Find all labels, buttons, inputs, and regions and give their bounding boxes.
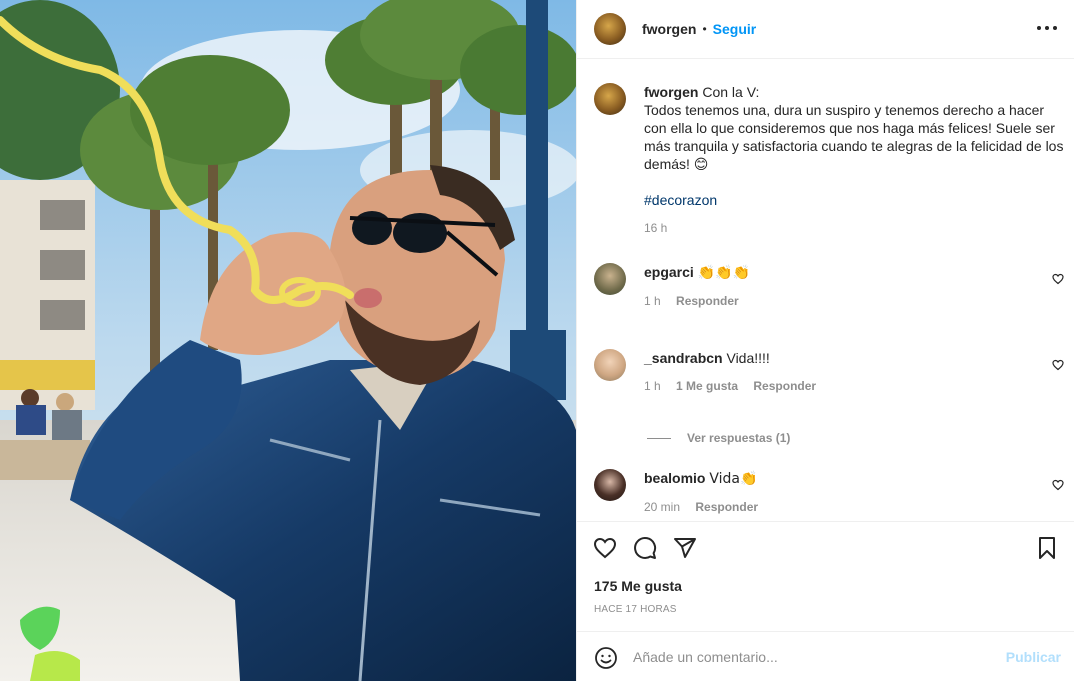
- author-username[interactable]: fworgen: [642, 21, 696, 37]
- commenter-avatar[interactable]: [594, 263, 626, 295]
- post-photo-illustration: [0, 0, 576, 681]
- caption-line1: Con la V:: [702, 84, 760, 100]
- comment-time[interactable]: 1 h: [644, 294, 661, 308]
- comment-item: _sandrabcn Vida!!!! 1 h 1 Me gusta Respo…: [594, 349, 1064, 409]
- commenter-username[interactable]: bealomio: [644, 470, 705, 486]
- caption-time[interactable]: 16 h: [644, 221, 667, 235]
- send-icon[interactable]: [673, 536, 697, 560]
- separator-dot: •: [702, 22, 707, 36]
- post-header: fworgen • Seguir: [577, 0, 1074, 59]
- caption-author[interactable]: fworgen: [644, 84, 698, 100]
- smiley-icon[interactable]: [594, 646, 618, 670]
- comment-input[interactable]: [633, 645, 993, 669]
- comment-like-heart-icon[interactable]: [1052, 479, 1064, 491]
- follow-button[interactable]: Seguir: [713, 21, 757, 37]
- comment-likes[interactable]: 1 Me gusta: [676, 379, 738, 393]
- comment-time[interactable]: 1 h: [644, 379, 661, 393]
- comment-like-heart-icon[interactable]: [1052, 359, 1064, 371]
- commenter-username[interactable]: epgarci: [644, 264, 694, 280]
- view-replies-button[interactable]: Ver respuestas (1): [647, 431, 790, 445]
- post-actions: 175 Me gusta HACE 17 HORAS: [577, 521, 1074, 631]
- caption-block: fworgen Con la V: Todos tenemos una, dur…: [594, 83, 1064, 243]
- publish-button[interactable]: Publicar: [1006, 649, 1061, 665]
- more-horizontal-icon[interactable]: [1037, 18, 1057, 38]
- caption-text: Todos tenemos una, dura un suspiro y ten…: [644, 102, 1064, 172]
- caption-author-avatar[interactable]: [594, 83, 626, 115]
- comments-list[interactable]: fworgen Con la V: Todos tenemos una, dur…: [577, 60, 1074, 521]
- post-side-panel: fworgen • Seguir fworgen Con la V: Todos…: [576, 0, 1074, 681]
- reply-button[interactable]: Responder: [695, 500, 758, 514]
- comment-item: bealomio Vida👏 20 min Responder: [594, 469, 1064, 521]
- comment-time[interactable]: 20 min: [644, 500, 680, 514]
- reply-button[interactable]: Responder: [753, 379, 816, 393]
- comment-icon[interactable]: [633, 536, 657, 560]
- likes-count[interactable]: 175 Me gusta: [594, 578, 682, 594]
- comment-like-heart-icon[interactable]: [1052, 273, 1064, 285]
- comment-text: Vida!!!!: [726, 350, 770, 366]
- replies-divider-line: [647, 437, 671, 439]
- hashtag-link[interactable]: #decorazon: [644, 191, 717, 209]
- post-image[interactable]: [0, 0, 576, 681]
- comment-text: 👏👏👏: [697, 265, 750, 281]
- comment-text: Vida👏: [709, 471, 758, 487]
- author-avatar[interactable]: [594, 13, 626, 45]
- bookmark-icon[interactable]: [1035, 536, 1059, 560]
- reply-button[interactable]: Responder: [676, 294, 739, 308]
- commenter-avatar[interactable]: [594, 469, 626, 501]
- heart-icon[interactable]: [593, 536, 617, 560]
- add-comment-bar: Publicar: [577, 631, 1074, 681]
- view-replies-label: Ver respuestas (1): [687, 431, 791, 445]
- comment-item: epgarci 👏👏👏 1 h Responder: [594, 263, 1064, 323]
- commenter-avatar[interactable]: [594, 349, 626, 381]
- commenter-username[interactable]: _sandrabcn: [644, 350, 723, 366]
- post-timestamp[interactable]: HACE 17 HORAS: [594, 604, 677, 615]
